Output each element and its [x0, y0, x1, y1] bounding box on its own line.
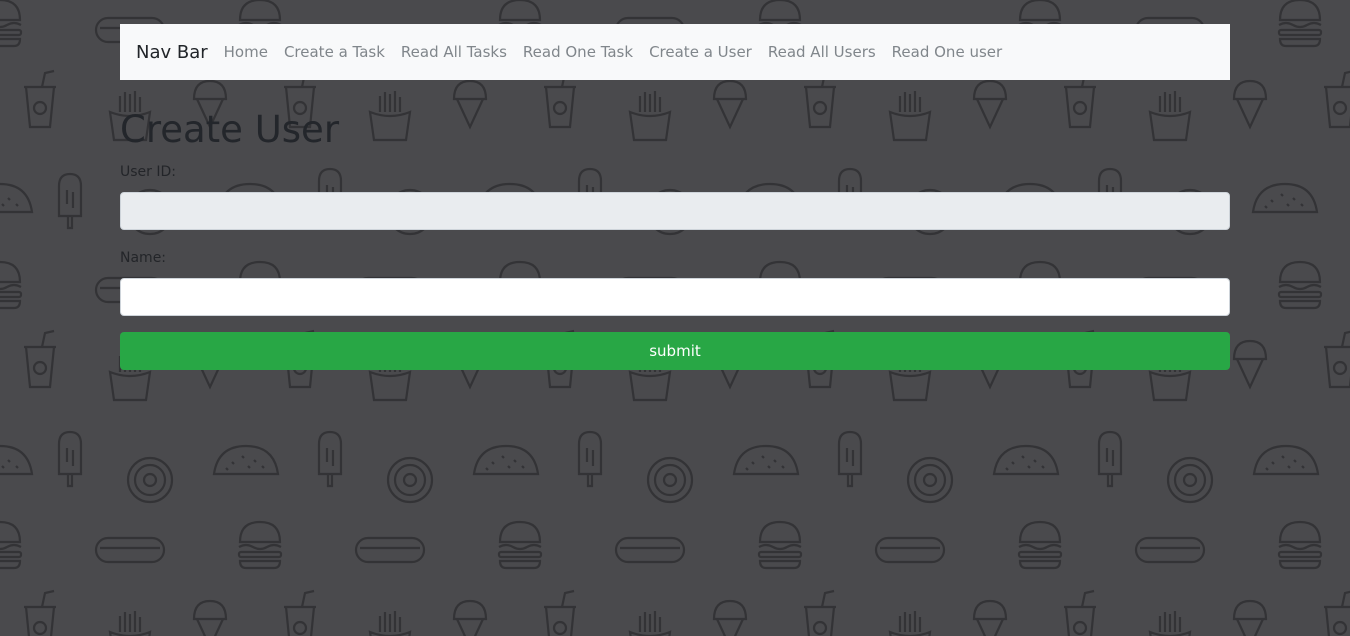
user-id-field[interactable] [120, 192, 1230, 230]
user-id-label: User ID: [120, 164, 176, 180]
nav-link-create-task[interactable]: Create a Task [284, 43, 385, 61]
navbar-brand[interactable]: Nav Bar [136, 42, 208, 63]
nav-link-read-all-tasks[interactable]: Read All Tasks [401, 43, 507, 61]
nav-link-read-all-users[interactable]: Read All Users [768, 43, 876, 61]
top-navbar: Nav Bar Home Create a Task Read All Task… [120, 24, 1230, 80]
page-title: Create User [120, 108, 340, 151]
nav-link-home[interactable]: Home [224, 43, 268, 61]
nav-link-create-user[interactable]: Create a User [649, 43, 752, 61]
nav-link-read-one-task[interactable]: Read One Task [523, 43, 633, 61]
submit-button[interactable]: submit [120, 332, 1230, 370]
nav-link-read-one-user[interactable]: Read One user [892, 43, 1003, 61]
name-label: Name: [120, 250, 167, 266]
name-field[interactable] [120, 278, 1230, 316]
food-pattern-background [0, 0, 1350, 636]
